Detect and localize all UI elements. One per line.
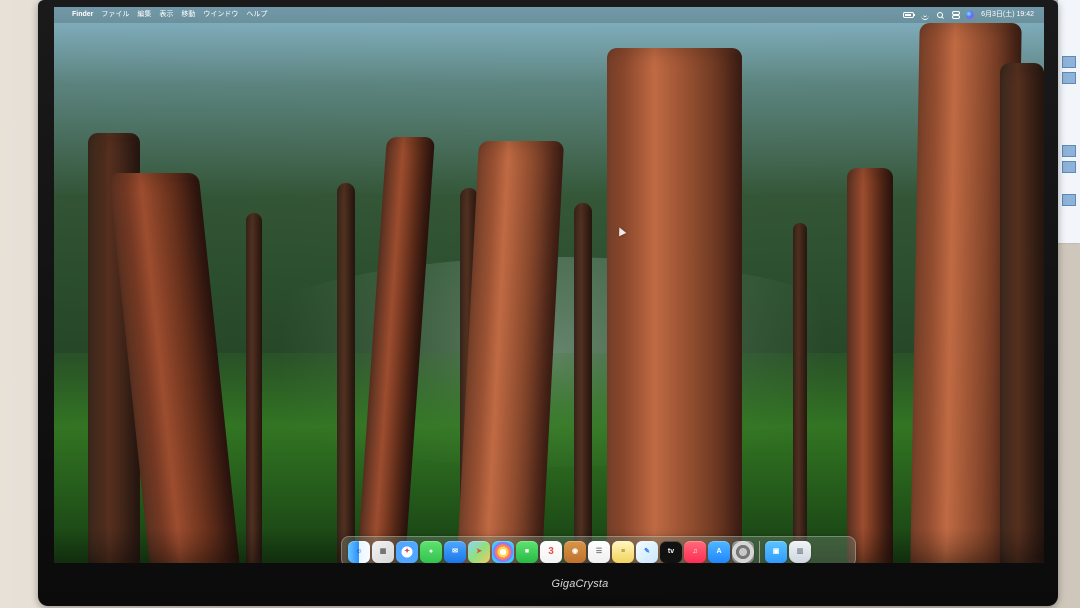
search-icon[interactable]	[936, 11, 944, 19]
siri-icon[interactable]	[966, 11, 975, 19]
menu-go[interactable]: 移動	[181, 7, 195, 23]
wifi-icon[interactable]	[921, 10, 930, 20]
tv-label: tv	[667, 548, 675, 555]
monitor-stand-shadow	[454, 596, 704, 608]
control-center-icon[interactable]	[951, 11, 961, 19]
facetime-icon[interactable]: ■	[516, 540, 538, 563]
menu-edit[interactable]: 編集	[137, 7, 151, 23]
tree-trunk	[246, 213, 262, 563]
poster-cell	[1062, 56, 1076, 68]
finder-icon[interactable]: ☺	[348, 540, 370, 563]
screen: Finder ファイル 編集 表示 移動 ウインドウ ヘルプ 6月3日(土) 1…	[54, 7, 1044, 563]
wall-poster	[1057, 0, 1080, 243]
poster-cell	[1062, 194, 1076, 206]
menu-window[interactable]: ウインドウ	[203, 7, 238, 23]
poster-cell	[1062, 72, 1076, 84]
menu-view[interactable]: 表示	[159, 7, 173, 23]
calendar-day: 3	[548, 546, 554, 557]
menu-bar-left: Finder ファイル 編集 表示 移動 ウインドウ ヘルプ	[64, 7, 267, 23]
trash-icon[interactable]: ▥	[789, 540, 811, 563]
tree-trunk	[574, 203, 592, 563]
tree-trunk	[1000, 63, 1044, 563]
tree-trunk	[847, 168, 893, 563]
menu-help[interactable]: ヘルプ	[246, 7, 267, 23]
menu-bar: Finder ファイル 編集 表示 移動 ウインドウ ヘルプ 6月3日(土) 1…	[54, 7, 1044, 23]
freeform-icon[interactable]: ✎	[636, 540, 658, 563]
dock-separator	[759, 540, 760, 563]
launchpad-icon[interactable]: ▦	[372, 540, 394, 563]
photos-icon[interactable]	[492, 540, 514, 563]
notes-icon[interactable]: ≡	[612, 540, 634, 563]
mail-icon[interactable]: ✉	[444, 540, 466, 563]
tv-icon[interactable]: tv	[660, 540, 682, 563]
dock: ☺ ▦ ✦ ● ✉ ➤ ■ 3 ◉ ☰ ≡ ✎ tv ♫ A ▣ ▥	[341, 536, 856, 563]
contacts-icon[interactable]: ◉	[564, 540, 586, 563]
tree-trunk	[793, 223, 807, 563]
reminders-icon[interactable]: ☰	[588, 540, 610, 563]
downloads-folder-icon[interactable]: ▣	[765, 540, 787, 563]
messages-icon[interactable]: ●	[420, 540, 442, 563]
monitor: Finder ファイル 編集 表示 移動 ウインドウ ヘルプ 6月3日(土) 1…	[38, 0, 1058, 608]
music-icon[interactable]: ♫	[684, 540, 706, 563]
maps-icon[interactable]: ➤	[468, 540, 490, 563]
poster-cell	[1062, 161, 1076, 173]
monitor-brand: GigaCrysta	[551, 578, 609, 590]
menu-bar-right: 6月3日(土) 19:42	[903, 7, 1034, 23]
poster-cell	[1062, 145, 1076, 157]
tree-trunk	[337, 183, 355, 563]
safari-icon[interactable]: ✦	[396, 540, 418, 563]
menu-file[interactable]: ファイル	[101, 7, 129, 23]
desktop-wallpaper	[54, 7, 1044, 563]
system-settings-icon[interactable]	[732, 540, 754, 563]
battery-icon[interactable]	[903, 12, 916, 18]
tree-trunk	[607, 48, 742, 563]
menu-clock[interactable]: 6月3日(土) 19:42	[981, 7, 1034, 23]
app-store-icon[interactable]: A	[708, 540, 730, 563]
menu-app-finder[interactable]: Finder	[72, 7, 93, 23]
calendar-icon[interactable]: 3	[540, 540, 562, 563]
